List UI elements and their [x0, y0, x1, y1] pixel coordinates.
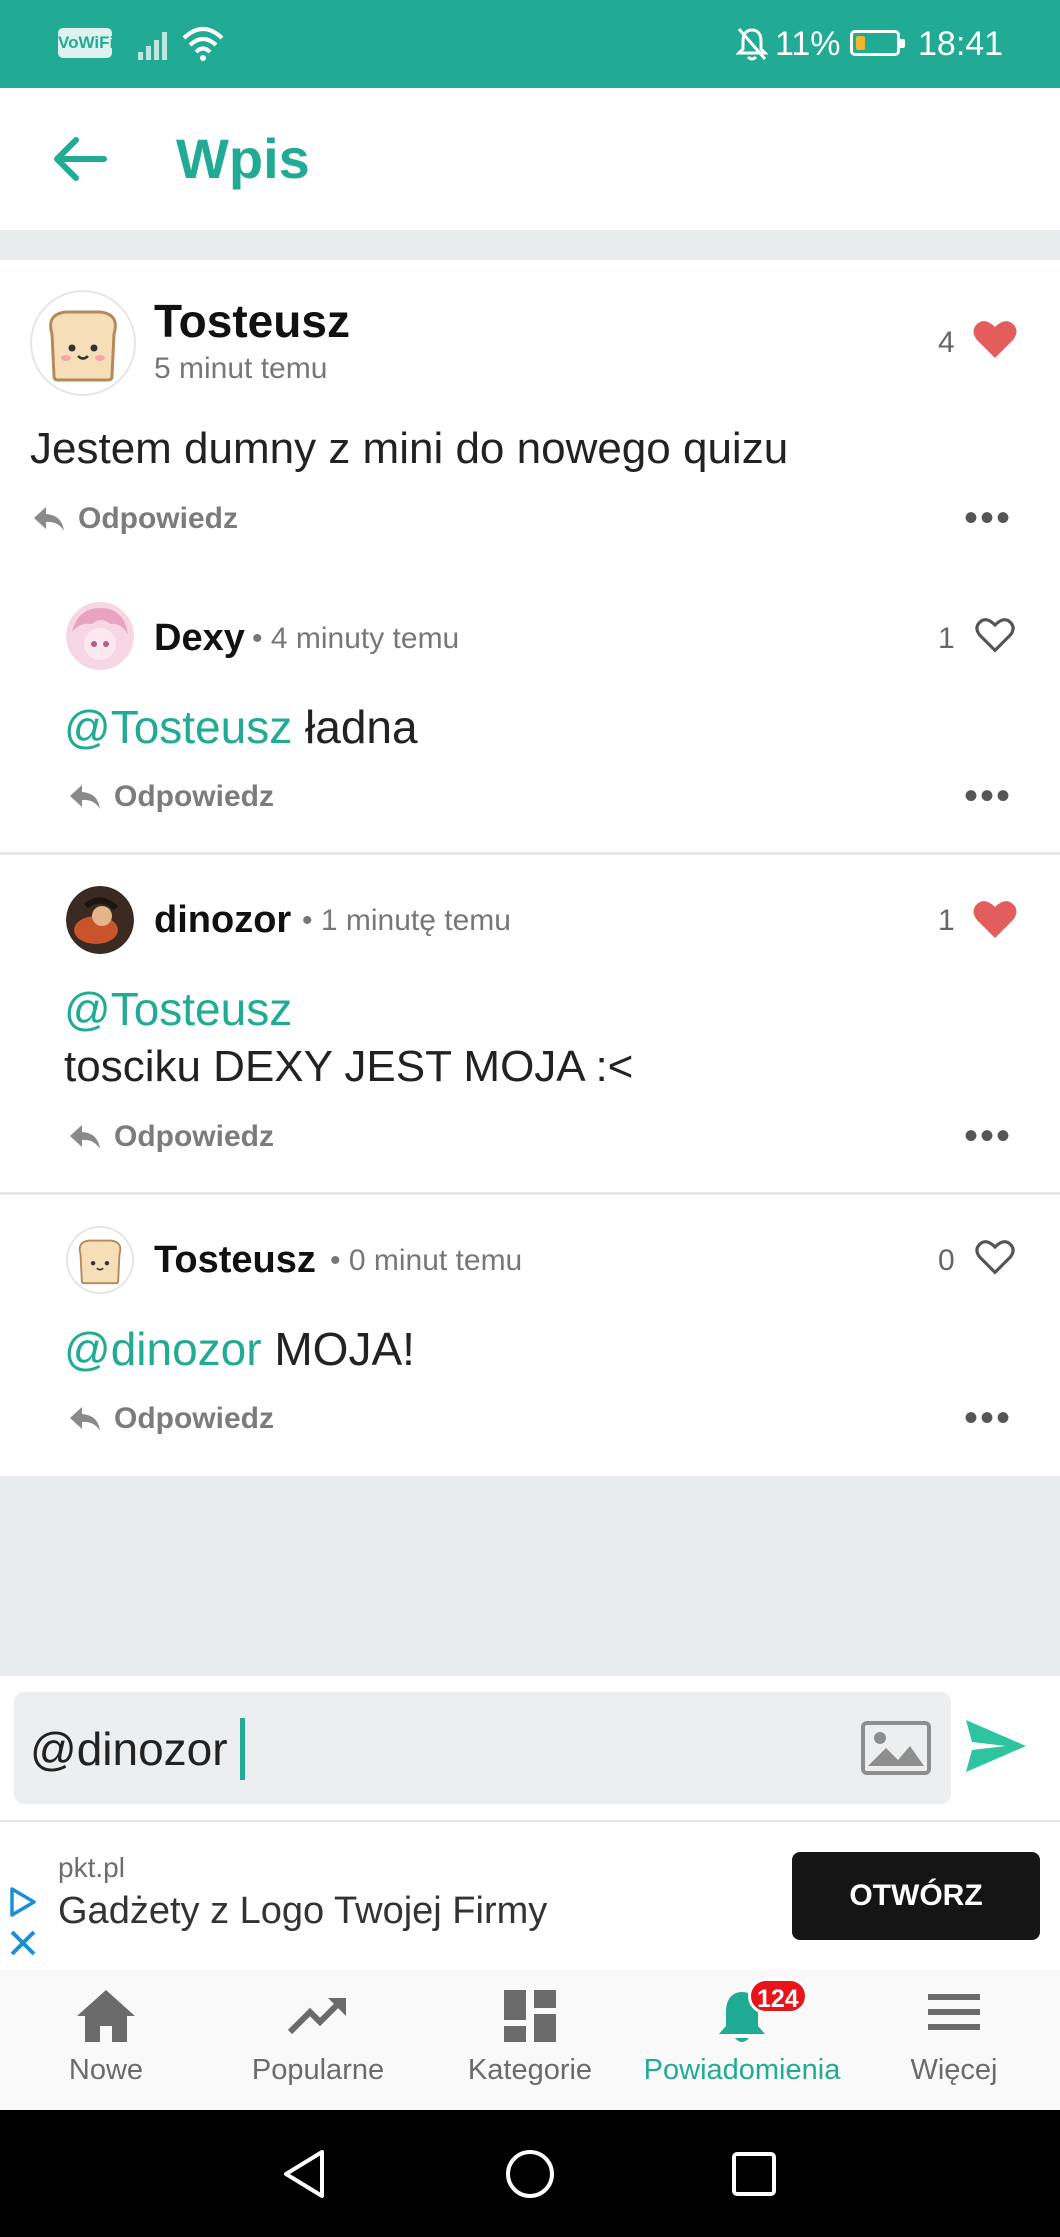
image-icon[interactable] [860, 1720, 932, 1776]
comment-author[interactable]: Tosteusz [154, 1238, 316, 1282]
more-options-icon[interactable]: ••• [964, 776, 1012, 816]
wifi-icon [182, 27, 224, 61]
nav-label: Powiadomienia [643, 2054, 841, 2086]
ad-open-button[interactable]: OTWÓRZ [792, 1852, 1040, 1940]
heart-filled-icon[interactable] [972, 318, 1018, 360]
reply-label: Odpowiedz [114, 780, 274, 813]
ad-choices-icon[interactable] [8, 1886, 38, 1918]
system-navigation-bar [0, 2110, 1060, 2237]
more-options-icon[interactable]: ••• [964, 1116, 1012, 1156]
reply-button[interactable]: Odpowiedz [68, 780, 274, 814]
like-count: 1 [938, 622, 955, 655]
toast-avatar-icon [49, 310, 117, 382]
like-count: 1 [938, 904, 955, 937]
divider [0, 852, 1060, 855]
mention-link[interactable]: @Tosteusz [64, 982, 292, 1036]
comment-body: ładna [292, 701, 418, 753]
battery-icon [850, 30, 905, 56]
dashboard-icon [504, 1990, 556, 2042]
toast-avatar-icon [78, 1239, 122, 1285]
nav-label: Kategorie [467, 2054, 593, 2086]
battery-level [856, 36, 865, 50]
anime-avatar-icon [66, 602, 134, 670]
like-count: 4 [938, 326, 955, 359]
more-options-icon[interactable]: ••• [964, 1398, 1012, 1438]
reply-label: Odpowiedz [114, 1120, 274, 1153]
reply-icon [34, 507, 64, 531]
bottom-navigation: Nowe Popularne Kategorie 124 Powiadomien… [0, 1970, 1060, 2110]
vowifi-icon: VoWiFi [58, 28, 114, 58]
reply-button[interactable]: Odpowiedz [68, 1402, 274, 1436]
comment-text: tosciku DEXY JEST MOJA :< [64, 1042, 634, 1091]
comment-author[interactable]: Dexy [154, 616, 245, 660]
close-icon[interactable] [8, 1928, 38, 1958]
heart-filled-icon[interactable] [972, 898, 1018, 940]
nav-label: Więcej [910, 2054, 998, 2086]
comment-body: MOJA! [261, 1323, 415, 1375]
photo-avatar-icon [66, 886, 134, 954]
heart-outline-icon[interactable] [974, 1238, 1016, 1276]
more-options-icon[interactable]: ••• [964, 498, 1012, 538]
reply-label: Odpowiedz [78, 502, 238, 535]
nav-label: Nowe [68, 2054, 144, 2086]
signal-icon [138, 32, 167, 60]
avatar[interactable] [66, 1226, 134, 1294]
empty-area [0, 1476, 1060, 1676]
mention-link[interactable]: @Tosteusz [64, 701, 292, 753]
post-author[interactable]: Tosteusz [154, 294, 350, 348]
home-icon [77, 1990, 135, 2042]
comment-time: • 0 minut temu [330, 1244, 523, 1277]
notification-badge: 124 [748, 1978, 808, 2014]
battery-percent: 11% [775, 25, 841, 63]
status-bar: VoWiFi 11% 18:41 [0, 0, 1060, 88]
comment-time: • 4 minuty temu [252, 622, 460, 655]
recent-apps-icon[interactable] [730, 2150, 778, 2198]
avatar[interactable] [30, 290, 136, 396]
comment-author[interactable]: dinozor [154, 898, 291, 942]
like-count: 0 [938, 1244, 955, 1277]
nav-item-powiadomienia[interactable]: 124 Powiadomienia [636, 1970, 848, 2110]
clock: 18:41 [918, 25, 1004, 63]
nav-label: Popularne [251, 2054, 385, 2086]
notifications-off-icon [736, 28, 768, 61]
comment-time: • 1 minutę temu [302, 904, 511, 937]
avatar[interactable] [66, 886, 134, 954]
back-triangle-icon[interactable] [280, 2148, 328, 2200]
nav-item-kategorie[interactable]: Kategorie [424, 1970, 636, 2110]
nav-item-nowe[interactable]: Nowe [0, 1970, 212, 2110]
comment-input-value[interactable]: @dinozor [30, 1722, 228, 1776]
post-time: 5 minut temu [154, 352, 328, 385]
reply-icon [70, 1407, 100, 1431]
mention-link[interactable]: @dinozor [64, 1323, 262, 1375]
nav-item-popularne[interactable]: Popularne [212, 1970, 424, 2110]
heart-outline-icon[interactable] [974, 616, 1016, 654]
reply-button[interactable]: Odpowiedz [32, 502, 238, 536]
menu-icon [928, 1994, 980, 2030]
trending-icon [287, 1998, 346, 2035]
section-gap [0, 230, 1060, 260]
page-title: Wpis [176, 127, 310, 190]
home-circle-icon[interactable] [504, 2148, 556, 2200]
reply-label: Odpowiedz [114, 1402, 274, 1435]
reply-button[interactable]: Odpowiedz [68, 1120, 274, 1154]
reply-icon [70, 785, 100, 809]
arrow-left-icon[interactable] [52, 134, 108, 184]
text-cursor [240, 1718, 245, 1780]
divider [0, 1192, 1060, 1195]
reply-icon [70, 1125, 100, 1149]
avatar[interactable] [66, 602, 134, 670]
nav-item-wiecej[interactable]: Więcej [848, 1970, 1060, 2110]
ad-domain: pkt.pl [58, 1852, 125, 1883]
comment-text: @dinozor MOJA! [64, 1322, 415, 1376]
send-icon[interactable] [962, 1712, 1030, 1780]
ad-banner[interactable]: pkt.pl Gadżety z Logo Twojej Firmy OTWÓR… [0, 1820, 1060, 1972]
comment-text: @Tosteusz ładna [64, 700, 418, 754]
ad-headline[interactable]: Gadżety z Logo Twojej Firmy [58, 1890, 547, 1933]
app-bar: Wpis [0, 88, 1060, 230]
post-text: Jestem dumny z mini do nowego quizu [30, 424, 789, 473]
comment-input[interactable]: @dinozor [14, 1692, 951, 1804]
